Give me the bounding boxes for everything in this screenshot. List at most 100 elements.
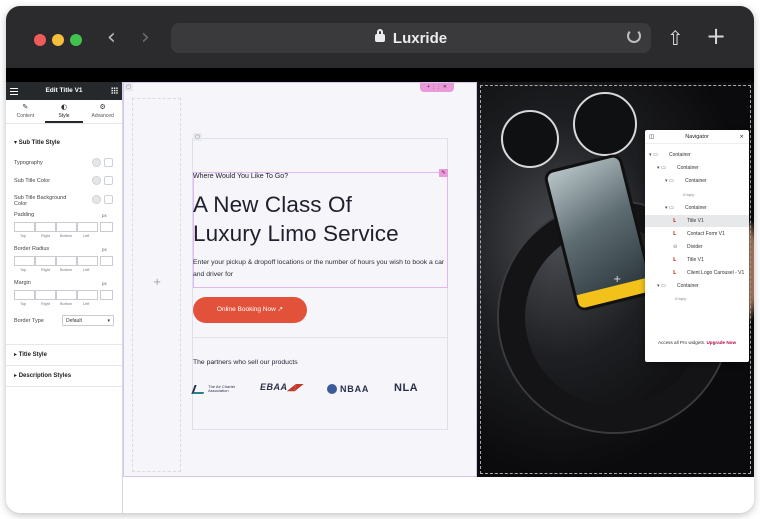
padding-top-input[interactable] <box>14 222 35 232</box>
navigator-item[interactable]: ▾ ▭ Container <box>645 149 749 161</box>
navigator-footer: Access all Pro widgets. Upgrade Now <box>645 340 749 345</box>
section-header-title-style[interactable]: ▸ Title Style <box>14 351 47 358</box>
radius-link-toggle[interactable] <box>100 256 113 266</box>
container-icon: ▾ ▭ <box>665 205 674 211</box>
navigator-item[interactable]: ▾ ▭ Container <box>645 162 749 174</box>
lock-icon <box>374 29 385 42</box>
reload-icon[interactable] <box>627 29 641 43</box>
divider <box>6 344 122 345</box>
padding-left-input[interactable] <box>77 222 98 232</box>
padding-bottom-input[interactable] <box>56 222 77 232</box>
tab-style[interactable]: ◐ Style <box>44 100 84 123</box>
widget-icon: L <box>673 257 677 263</box>
partner-name: NLA <box>394 382 419 394</box>
new-tab-icon[interactable]: + <box>706 22 726 50</box>
dim-label: Bottom <box>60 268 73 272</box>
section-header-sub-title-style[interactable]: ▾ Sub Title Style <box>6 139 68 146</box>
container-handle-icon[interactable]: ▢ <box>124 83 133 91</box>
color-picker-swatch[interactable] <box>104 176 113 185</box>
partners-title: The partners who sell our products <box>193 359 298 366</box>
navigator-dock-icon[interactable]: ◫ <box>649 130 654 144</box>
add-element-icon[interactable]: + <box>153 277 161 288</box>
navigator-item[interactable]: ▾ ▭ Container <box>645 280 749 292</box>
bg-color-picker-swatch[interactable] <box>104 195 113 204</box>
border-type-select[interactable]: Default ▾ <box>62 315 114 326</box>
radius-top-input[interactable] <box>14 256 35 266</box>
nbaa-globe-icon <box>327 384 337 394</box>
navigator-item[interactable]: L Contact Form V1 <box>645 228 749 240</box>
margin-unit[interactable]: px <box>102 281 107 286</box>
hero-heading: A New Class Of Luxury Limo Service <box>193 190 453 248</box>
add-element-icon[interactable]: + <box>613 274 621 285</box>
border-radius-unit[interactable]: px <box>102 247 107 252</box>
color-reset-icon[interactable] <box>92 176 101 185</box>
margin-right-input[interactable] <box>35 290 56 300</box>
share-icon[interactable]: ⇧ <box>667 26 684 50</box>
navigator-item[interactable]: ▾ ▭ Container <box>645 202 749 214</box>
navigator-item-label: Container <box>677 283 699 289</box>
border-radius-label: Border Radius <box>14 246 50 252</box>
page-below-fold <box>123 477 754 513</box>
widgets-grid-icon[interactable] <box>111 87 118 94</box>
hamburger-icon[interactable] <box>10 86 18 95</box>
navigator-item-label: Divider <box>687 244 703 250</box>
eyebrow-text: Where Would You Like To Go? <box>193 173 289 180</box>
margin-link-toggle[interactable] <box>100 290 113 300</box>
navigator-item[interactable]: L Client Logo Carousel - V1 <box>645 267 749 279</box>
padding-link-toggle[interactable] <box>100 222 113 232</box>
close-window-button[interactable] <box>34 34 46 46</box>
margin-bottom-input[interactable] <box>56 290 77 300</box>
tab-content[interactable]: ✎ Content <box>6 100 45 123</box>
browser-window: ‹ › Luxride ⇧ + Edit Title V1 ✎ Content ◐… <box>6 6 754 513</box>
navigator-item-label: Contact Form V1 <box>687 231 725 237</box>
margin-top-input[interactable] <box>14 290 35 300</box>
panel-title: Edit Title V1 <box>45 87 83 94</box>
back-icon[interactable]: ‹ <box>107 27 116 49</box>
caret-right-icon: ▸ <box>14 351 18 358</box>
bg-color-reset-icon[interactable] <box>92 195 101 204</box>
typography-edit-icon[interactable] <box>104 158 113 167</box>
radius-bottom-input[interactable] <box>56 256 77 266</box>
navigator-item[interactable]: L Title V1 <box>645 215 749 227</box>
navigator-item-label: Container <box>669 152 691 158</box>
heading-line-2: Luxury Limo Service <box>193 221 399 246</box>
empty-column[interactable]: + <box>132 98 181 472</box>
navigator-item[interactable]: ▾ ▭ Container <box>645 175 749 187</box>
section-label: Title Style <box>18 352 47 358</box>
section-header-description-styles[interactable]: ▸ Description Styles <box>14 372 71 379</box>
divider-icon: ⊖ <box>673 244 678 250</box>
maximize-window-button[interactable] <box>70 34 82 46</box>
navigator-item[interactable]: ⊖ Divider <box>645 241 749 253</box>
padding-right-input[interactable] <box>35 222 56 232</box>
browser-toolbar: ‹ › Luxride ⇧ + <box>6 6 754 68</box>
typography-reset-icon[interactable] <box>92 158 101 167</box>
navigator-item-label: Container <box>685 205 707 211</box>
upgrade-now-link[interactable]: Upgrade Now <box>706 340 736 345</box>
padding-unit[interactable]: px <box>102 213 107 218</box>
online-booking-button[interactable]: Online Booking Now ↗ <box>193 297 307 323</box>
edit-widget-icon[interactable]: ✎ <box>439 169 448 177</box>
radius-right-input[interactable] <box>35 256 56 266</box>
pencil-icon: ✎ <box>22 103 29 111</box>
navigator-item[interactable]: L Title V1 <box>645 254 749 266</box>
air-charter-mark-icon <box>191 384 207 394</box>
editor-panel: Edit Title V1 ✎ Content ◐ Style ⚙ Advanced … <box>6 82 123 513</box>
navigator-empty-row: Empty <box>645 293 749 305</box>
tab-advanced[interactable]: ⚙ Advanced <box>83 100 122 123</box>
navigator-header: ◫ Navigator × <box>645 130 749 144</box>
forward-icon[interactable]: › <box>141 27 150 49</box>
footer-text: Access all Pro widgets. <box>657 340 706 345</box>
navigator-item-label: Client Logo Carousel - V1 <box>687 270 745 276</box>
address-bar[interactable]: Luxride <box>171 23 651 53</box>
widget-icon: L <box>673 231 677 237</box>
dim-label: Right <box>41 302 50 306</box>
navigator-item-label: Container <box>685 178 707 184</box>
margin-left-input[interactable] <box>77 290 98 300</box>
close-icon[interactable]: × <box>739 130 744 144</box>
hero-container[interactable]: ▢ + ⋮⋮ ✕ + ▢ ✎ Where Would You Like To G… <box>123 82 477 477</box>
minimize-window-button[interactable] <box>52 34 64 46</box>
section-toolbar[interactable]: + ⋮⋮ ✕ <box>420 83 454 92</box>
typography-label: Typography <box>14 160 43 166</box>
column-handle-icon[interactable]: ▢ <box>193 133 202 141</box>
radius-left-input[interactable] <box>77 256 98 266</box>
